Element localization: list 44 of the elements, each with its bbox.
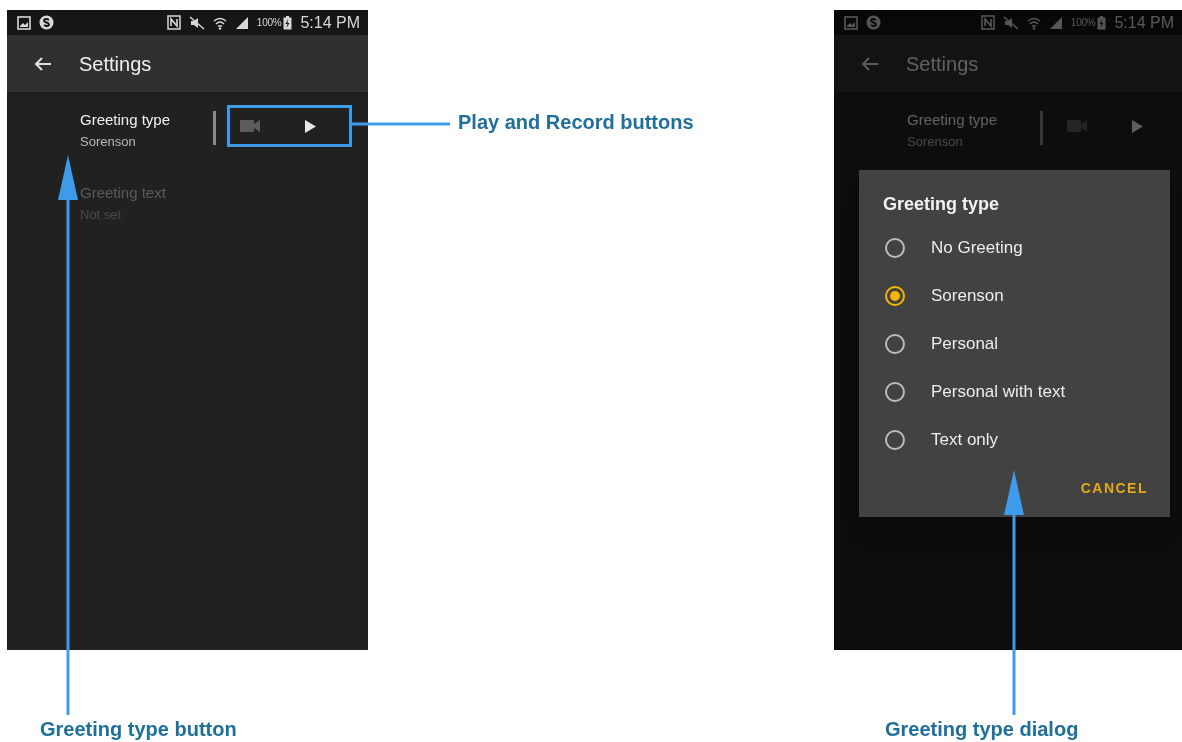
gallery-icon bbox=[844, 15, 858, 30]
vertical-divider bbox=[213, 111, 216, 145]
screen-title: Settings bbox=[79, 51, 152, 77]
radio-option[interactable]: Text only bbox=[859, 416, 1170, 464]
mute-icon bbox=[188, 15, 205, 30]
radio-button[interactable] bbox=[885, 238, 905, 258]
status-time: 5:14 PM bbox=[300, 12, 360, 33]
nfc-icon bbox=[166, 15, 181, 30]
video-camera-icon bbox=[240, 120, 260, 132]
battery-percentage: 100% bbox=[256, 16, 282, 30]
wifi-icon bbox=[1026, 15, 1041, 30]
screen-title: Settings bbox=[906, 51, 979, 77]
s-logo-icon bbox=[39, 15, 54, 30]
signal-icon bbox=[234, 16, 249, 29]
video-camera-icon bbox=[1067, 120, 1087, 132]
callout-label: Play and Record buttons bbox=[458, 112, 694, 132]
play-icon bbox=[304, 119, 316, 133]
play-icon bbox=[1131, 119, 1143, 133]
setting-item[interactable]: Greeting type Sorenson bbox=[80, 107, 213, 153]
battery-charging-icon bbox=[283, 15, 293, 30]
radio-option[interactable]: Sorenson bbox=[859, 272, 1170, 320]
battery-charging-icon bbox=[1097, 15, 1107, 30]
wifi-icon bbox=[212, 15, 227, 30]
back-arrow-icon bbox=[861, 55, 879, 72]
radio-option[interactable]: No Greeting bbox=[859, 224, 1170, 272]
signal-icon bbox=[1048, 16, 1063, 29]
radio-button[interactable] bbox=[885, 430, 905, 450]
radio-button[interactable] bbox=[885, 334, 905, 354]
dialog-title: Greeting type bbox=[883, 193, 1001, 216]
radio-option[interactable]: Personal with text bbox=[859, 368, 1170, 416]
battery-percentage: 100% bbox=[1070, 16, 1096, 30]
s-logo-icon bbox=[866, 15, 881, 30]
gallery-icon bbox=[17, 15, 31, 30]
radio-button[interactable] bbox=[885, 286, 905, 306]
vertical-divider bbox=[1040, 111, 1043, 145]
callout-label: Greeting type dialog bbox=[885, 719, 1079, 739]
back-arrow-icon bbox=[34, 55, 52, 72]
radio-button[interactable] bbox=[885, 382, 905, 402]
callout-label: Greeting type button bbox=[40, 719, 237, 739]
mute-icon bbox=[1002, 15, 1019, 30]
radio-option[interactable]: Personal bbox=[859, 320, 1170, 368]
cancel-button[interactable]: CANCEL bbox=[1078, 478, 1150, 499]
nfc-icon bbox=[980, 15, 995, 30]
status-time: 5:14 PM bbox=[1114, 12, 1174, 33]
